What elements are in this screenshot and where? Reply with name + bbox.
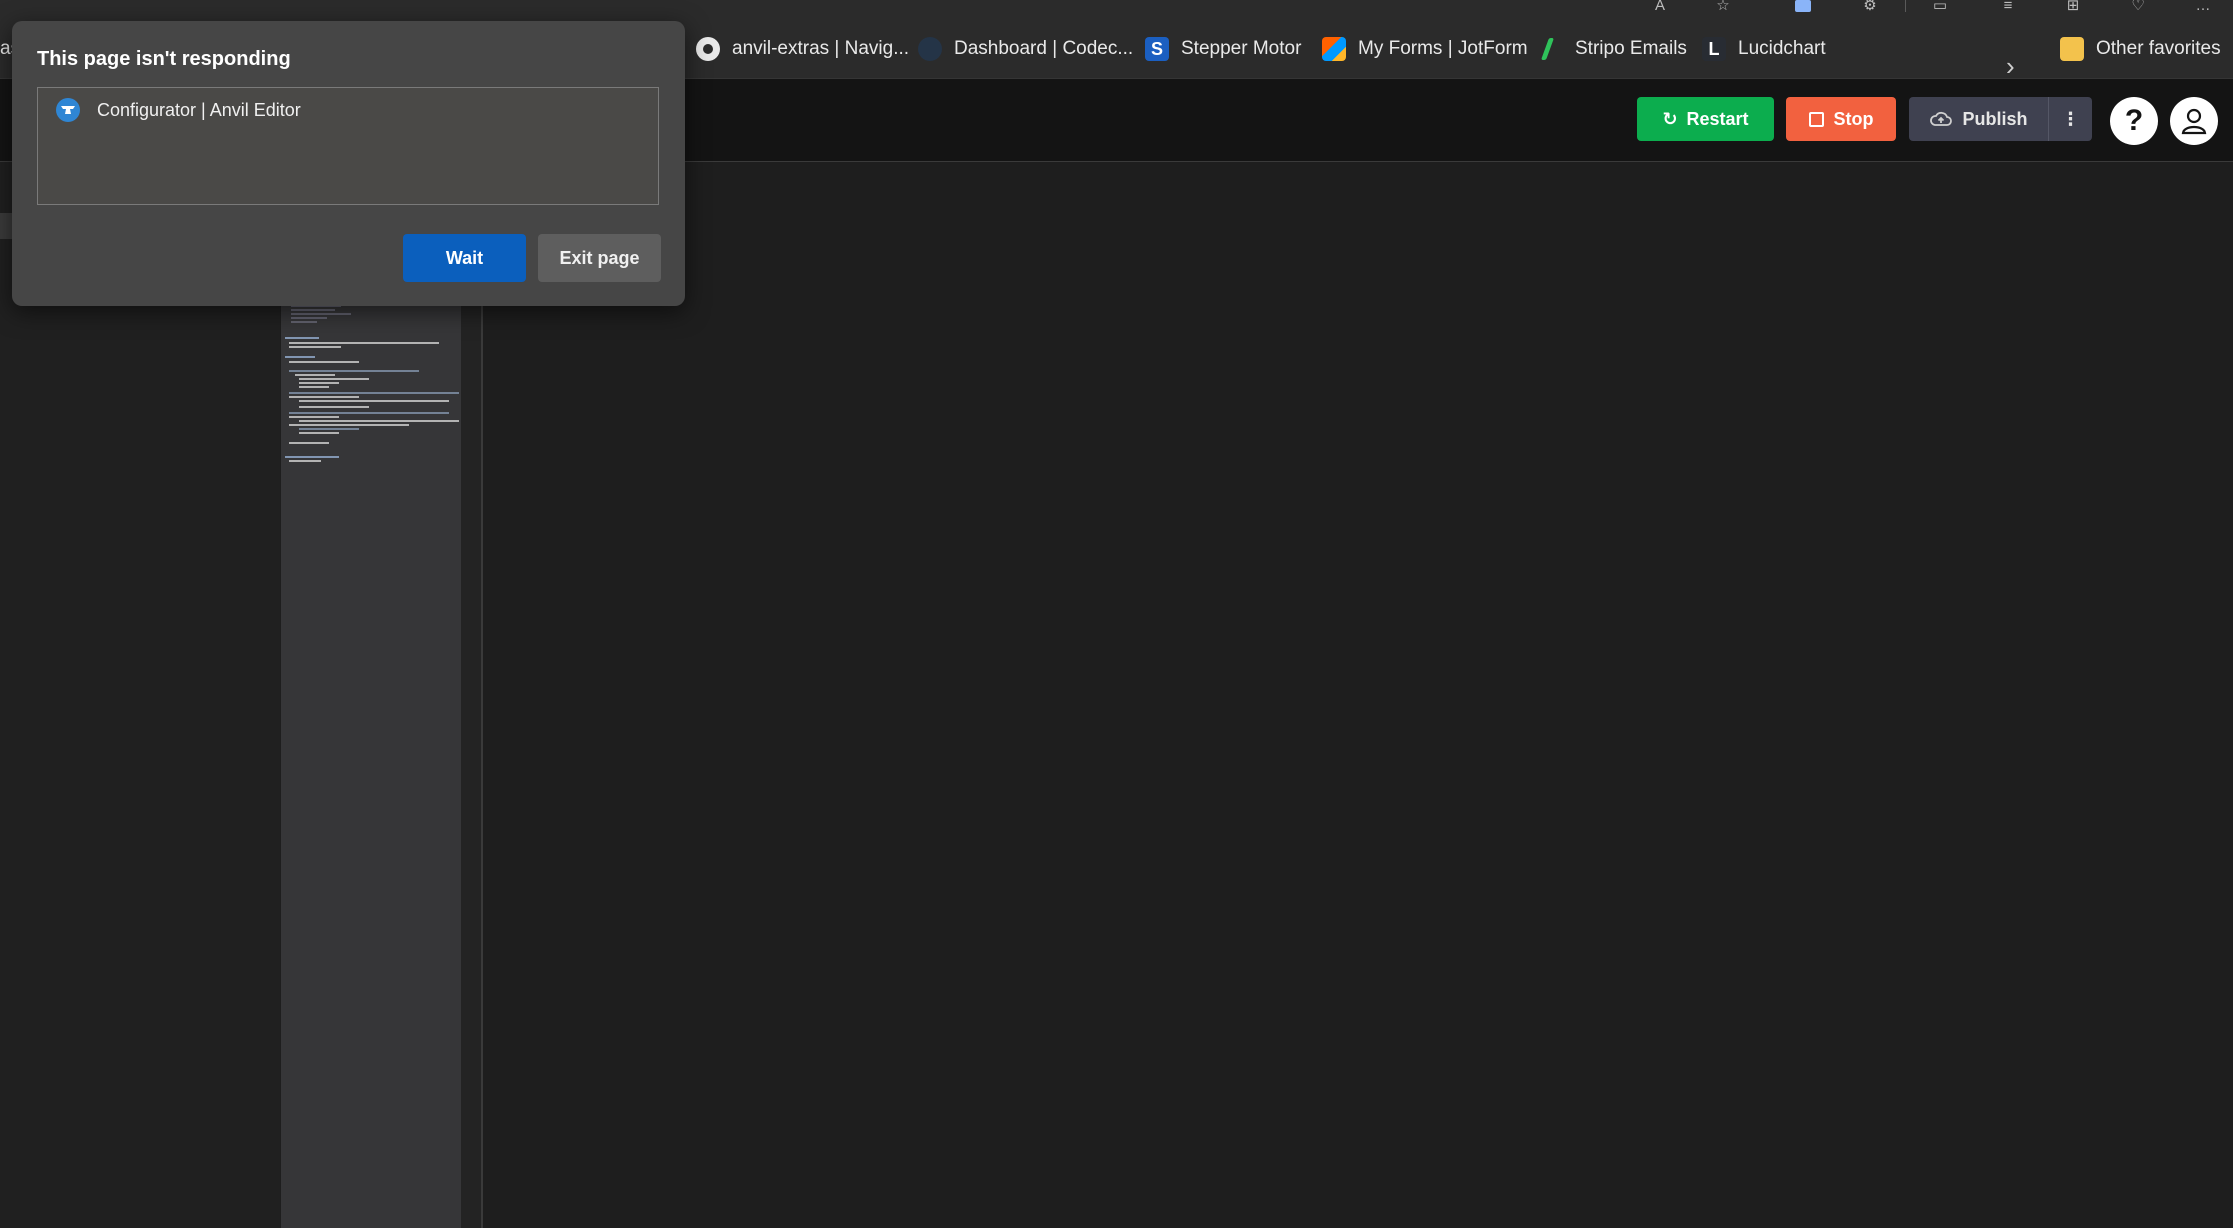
- minimap-line: [299, 378, 369, 380]
- minimap-line: [289, 424, 409, 426]
- wait-button[interactable]: Wait: [403, 234, 526, 282]
- anvil-icon: [56, 98, 80, 122]
- minimap-line: [291, 321, 317, 323]
- minimap-line: [285, 356, 315, 358]
- favorite-label: Stripo Emails: [1575, 38, 1687, 59]
- minimap-line: [291, 309, 335, 311]
- publish-options-button[interactable]: ⋮: [2048, 97, 2092, 141]
- split-screen-icon[interactable]: ▭: [1927, 0, 1953, 14]
- minimap-line: [291, 313, 351, 315]
- favorite-anvil-extras[interactable]: anvil-extras | Navig...: [696, 34, 909, 64]
- minimap-line: [289, 361, 359, 363]
- help-button[interactable]: ?: [2110, 97, 2158, 145]
- minimap-line: [289, 396, 359, 398]
- favorite-label: Dashboard | Codec...: [954, 38, 1134, 59]
- not-responding-dialog: This page isn't responding Configurator …: [12, 21, 685, 306]
- restart-label: Restart: [1686, 108, 1749, 129]
- extension-icon[interactable]: [1790, 0, 1816, 14]
- folder-icon: [2060, 37, 2084, 61]
- browser-essentials-icon[interactable]: ♡: [2125, 0, 2151, 14]
- favorite-stripo[interactable]: Stripo Emails: [1539, 34, 1687, 64]
- dashboard-icon: [918, 37, 942, 61]
- favorite-lucidchart[interactable]: L Lucidchart: [1702, 34, 1826, 64]
- left-panel: [0, 162, 280, 1228]
- favorite-jotform[interactable]: My Forms | JotForm: [1322, 34, 1528, 64]
- stop-button[interactable]: Stop: [1786, 97, 1896, 141]
- minimap-line: [299, 420, 459, 422]
- minimap-line: [289, 442, 329, 444]
- stop-icon: [1808, 111, 1824, 127]
- minimap-line: [289, 346, 341, 348]
- minimap-line: [299, 428, 359, 430]
- minimap-line: [299, 406, 369, 408]
- minimap-line: [289, 412, 449, 414]
- other-favorites-label: Other favorites: [2096, 38, 2221, 59]
- other-favorites[interactable]: Other favorites: [2060, 34, 2221, 64]
- read-aloud-icon[interactable]: A: [1647, 0, 1673, 14]
- minimap-line: [289, 392, 459, 394]
- favorite-label: Lucidchart: [1738, 38, 1826, 59]
- minimap-line: [299, 382, 339, 384]
- minimap-line: [289, 342, 439, 344]
- user-icon: [2181, 108, 2207, 135]
- help-icon: ?: [2124, 104, 2144, 137]
- restart-button[interactable]: ↻ Restart: [1637, 97, 1774, 141]
- publish-button[interactable]: Publish: [1909, 97, 2048, 141]
- collections-icon[interactable]: ⊞: [2060, 0, 2086, 14]
- minimap-line: [289, 416, 339, 418]
- favorites-list-icon[interactable]: ≡: [1995, 0, 2021, 14]
- minimap-line: [299, 400, 449, 402]
- jotform-icon: [1322, 37, 1346, 61]
- s-logo-icon: S: [1145, 37, 1169, 61]
- cloud-upload-icon: [1930, 111, 1953, 126]
- restart-icon: ↻: [1662, 108, 1678, 129]
- favorite-label: anvil-extras | Navig...: [732, 38, 910, 59]
- more-options-icon[interactable]: …: [2190, 0, 2216, 14]
- favorite-stepper-motor[interactable]: S Stepper Motor: [1145, 34, 1301, 64]
- lucidchart-icon: L: [1702, 37, 1726, 61]
- minimap-line: [285, 337, 319, 339]
- minimap-line: [299, 386, 329, 388]
- dialog-title: This page isn't responding: [37, 48, 291, 70]
- page-name: Configurator | Anvil Editor: [97, 99, 301, 120]
- browser-toolbar: A ☆ ⚙ ▭ ≡ ⊞ ♡ …: [0, 0, 2233, 20]
- account-button[interactable]: [2170, 97, 2218, 145]
- favorite-star-icon[interactable]: ☆: [1710, 0, 1736, 14]
- minimap-line: [285, 456, 339, 458]
- minimap-line: [291, 317, 327, 319]
- unresponsive-pages-list: Configurator | Anvil Editor: [37, 87, 659, 205]
- editor-gutter: [461, 162, 481, 1228]
- publish-label: Publish: [1962, 108, 2028, 129]
- favorite-dashboard[interactable]: Dashboard | Codec...: [918, 34, 1133, 64]
- toolbar-divider: [1905, 0, 1906, 12]
- minimap-line: [299, 432, 339, 434]
- extensions-puzzle-icon[interactable]: ⚙: [1857, 0, 1883, 14]
- minimap-line: [289, 460, 321, 462]
- kebab-menu-icon: ⋮: [2061, 108, 2080, 129]
- left-panel-selection: [0, 213, 12, 239]
- favorite-label: Stepper Motor: [1181, 38, 1302, 59]
- stop-label: Stop: [1833, 108, 1874, 129]
- minimap-line: [289, 370, 419, 372]
- chevron-right-icon[interactable]: ›: [2006, 53, 2015, 79]
- minimap-line: [295, 374, 335, 376]
- stripo-icon: [1539, 37, 1563, 61]
- unresponsive-page-item: Configurator | Anvil Editor: [56, 98, 301, 122]
- code-minimap[interactable]: [281, 162, 461, 1228]
- favorite-label: My Forms | JotForm: [1358, 38, 1528, 59]
- main-editor-pane: [483, 162, 2233, 1228]
- exit-page-button[interactable]: Exit page: [538, 234, 661, 282]
- github-icon: [696, 37, 720, 61]
